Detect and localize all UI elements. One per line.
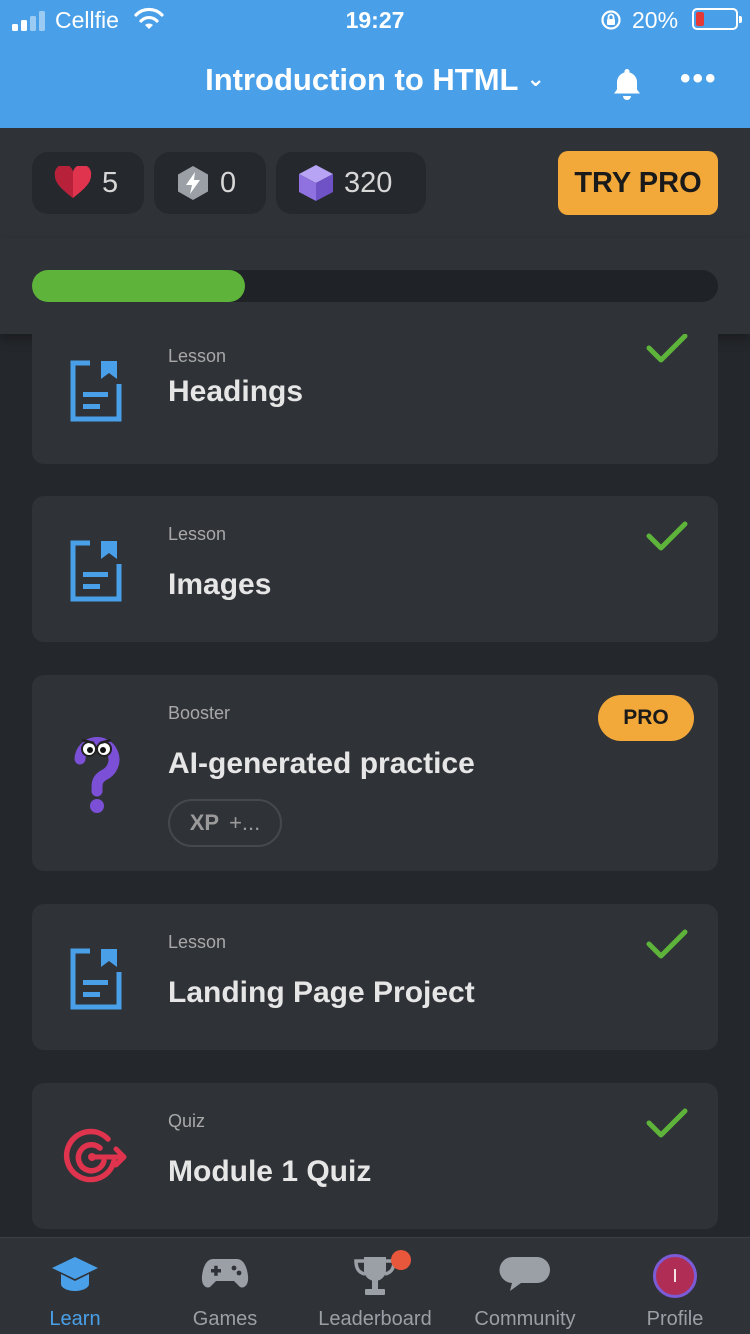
nav-label: Community xyxy=(474,1308,576,1330)
question-character-icon xyxy=(74,737,120,813)
status-bar: Cellfie 19:27 20% xyxy=(0,0,750,42)
pro-badge: PRO xyxy=(598,695,694,741)
more-icon[interactable]: ••• xyxy=(680,62,718,96)
chevron-down-icon: ⌄ xyxy=(526,66,545,91)
progress-track xyxy=(32,270,718,302)
graduation-cap-icon xyxy=(52,1257,98,1291)
bolt-icon xyxy=(176,165,210,201)
gamepad-icon xyxy=(201,1259,249,1288)
hearts-count: 5 xyxy=(102,166,119,199)
gems-counter[interactable]: 320 xyxy=(276,152,426,214)
course-progress xyxy=(0,238,750,334)
avatar-letter: I xyxy=(672,1265,678,1286)
target-icon xyxy=(63,1128,127,1183)
booster-card-ai-practice[interactable]: Booster AI-generated practice PRO XP +... xyxy=(32,675,718,871)
progress-fill xyxy=(32,270,245,302)
xp-chip: XP +... xyxy=(168,799,282,847)
nav-label: Games xyxy=(192,1308,258,1330)
nav-games[interactable]: Games xyxy=(150,1238,300,1334)
nav-label: Learn xyxy=(49,1308,101,1330)
lesson-icon xyxy=(70,360,122,422)
streak-counter[interactable]: 0 xyxy=(154,152,266,214)
check-icon xyxy=(646,1108,688,1138)
card-title: AI-generated practice xyxy=(168,747,475,780)
lesson-icon xyxy=(70,948,122,1010)
rotation-lock-icon xyxy=(601,10,621,30)
check-icon xyxy=(646,521,688,551)
quiz-card-module-1[interactable]: Quiz Module 1 Quiz xyxy=(32,1083,718,1229)
nav-profile[interactable]: I Profile xyxy=(600,1238,750,1334)
card-title: Landing Page Project xyxy=(168,976,475,1009)
battery-percent: 20% xyxy=(632,7,679,33)
card-title: Module 1 Quiz xyxy=(168,1155,372,1188)
battery-icon xyxy=(692,8,742,30)
nav-community[interactable]: Community xyxy=(450,1238,600,1334)
card-type: Lesson xyxy=(168,524,227,544)
check-icon xyxy=(646,929,688,959)
nav-label: Profile xyxy=(646,1308,704,1330)
gem-cube-icon xyxy=(298,164,334,202)
app-header: Cellfie 19:27 20% Introduction to HTML ⌄ … xyxy=(0,0,750,128)
card-title: Images xyxy=(168,568,272,601)
bottom-nav: Learn Games Leaderboard Community I Prof… xyxy=(0,1237,750,1334)
nav-learn[interactable]: Learn xyxy=(0,1238,150,1334)
gems-count: 320 xyxy=(344,166,393,199)
course-title: Introduction to HTML xyxy=(205,62,519,97)
chat-bubble-icon xyxy=(499,1256,550,1291)
notification-dot xyxy=(391,1250,411,1270)
lesson-card-headings[interactable]: Lesson Headings xyxy=(32,334,718,464)
card-type: Lesson xyxy=(168,932,227,952)
lesson-card-landing-page[interactable]: Lesson Landing Page Project xyxy=(32,904,718,1050)
bell-icon[interactable] xyxy=(608,66,646,102)
streak-count: 0 xyxy=(220,166,237,199)
nav-label: Leaderboard xyxy=(318,1308,432,1330)
card-type: Lesson xyxy=(168,346,227,366)
heart-icon xyxy=(54,166,92,200)
stats-bar: 5 0 320 TRY PRO xyxy=(0,128,750,238)
check-icon xyxy=(646,334,688,363)
nav-leaderboard[interactable]: Leaderboard xyxy=(300,1238,450,1334)
hearts-counter[interactable]: 5 xyxy=(32,152,144,214)
try-pro-button[interactable]: TRY PRO xyxy=(558,151,718,215)
xp-value: +... xyxy=(229,810,261,835)
card-type: Booster xyxy=(168,703,231,723)
card-title: Headings xyxy=(168,375,304,408)
xp-label: XP xyxy=(189,810,220,835)
lesson-card-images[interactable]: Lesson Images xyxy=(32,496,718,642)
battery-level xyxy=(696,12,704,26)
lesson-list: Lesson Headings Lesson Images Booster AI… xyxy=(0,334,750,1237)
avatar: I xyxy=(653,1254,697,1298)
card-type: Quiz xyxy=(168,1111,206,1131)
lesson-icon xyxy=(70,540,122,602)
